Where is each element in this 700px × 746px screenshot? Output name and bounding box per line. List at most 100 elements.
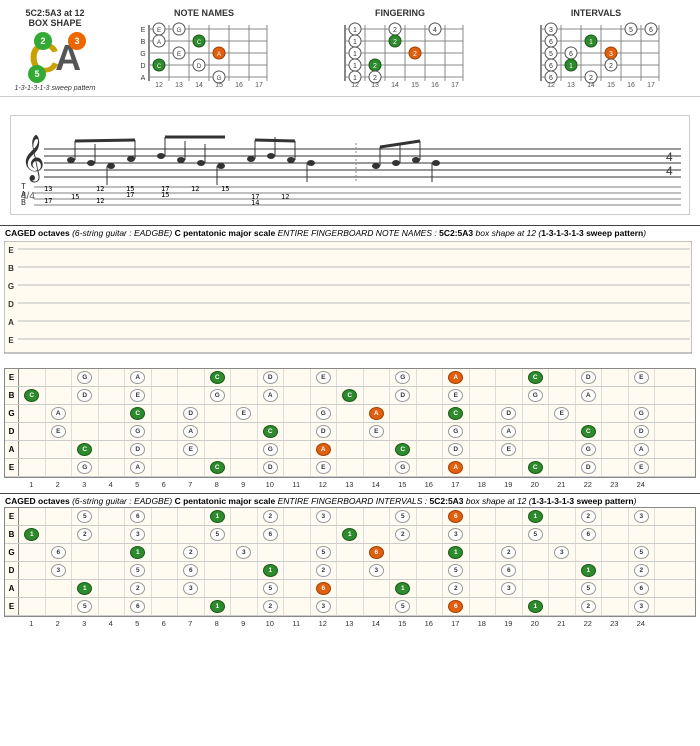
diagram-title-fingering: FINGERING [375,8,425,18]
svg-text:5: 5 [549,51,553,58]
svg-text:13: 13 [371,82,379,89]
svg-text:A: A [217,52,221,58]
svg-text:E: E [141,27,146,34]
logo-title: 5C2:5A3 at 12BOX SHAPE [10,8,100,28]
svg-text:5: 5 [629,27,633,34]
svg-text:15: 15 [215,82,223,89]
section2-label: CAGED octaves (6-string guitar : EADGBE)… [0,493,700,507]
svg-text:D: D [197,64,202,70]
svg-text:6: 6 [549,63,553,70]
svg-text:6: 6 [649,27,653,34]
svg-text:14: 14 [391,82,399,89]
main-content: 𝄞 4/4 [0,97,700,225]
svg-text:2: 2 [373,63,377,70]
svg-text:B: B [8,264,14,273]
svg-text:1: 1 [353,63,357,70]
svg-text:12: 12 [155,82,163,89]
svg-text:17: 17 [255,82,263,89]
svg-text:D: D [140,63,145,70]
svg-text:4: 4 [666,150,673,164]
fb-grid-notes: EGACDEGACDEBCDEGACDEGAGACDEGACDEGDEGACDE… [4,368,696,478]
svg-text:A: A [157,40,161,46]
svg-text:17: 17 [451,82,459,89]
svg-text:1: 1 [569,63,573,70]
staff-svg: 𝄞 4/4 [16,121,686,206]
mini-fretboard-notes: E B G D A E G C A E C [139,21,269,89]
svg-text:3: 3 [549,27,553,34]
badge-2: 2 [34,32,52,50]
logo-sweep: 1-3-1-3-1-3 sweep pattern [10,85,100,92]
fb-grid-intervals: E5612356123B1235612356G6123561235D356123… [4,507,696,617]
svg-text:14: 14 [251,199,259,206]
svg-text:12: 12 [96,185,104,193]
svg-text:15: 15 [71,193,79,201]
section1-scale: C pentatonic major scale [175,228,276,238]
svg-text:13: 13 [567,82,575,89]
svg-text:13: 13 [44,185,52,193]
svg-text:G: G [177,28,182,34]
fret-diagram-fingering: FINGERING 1 2 4 [306,8,494,89]
svg-text:1: 1 [589,39,593,46]
svg-text:B: B [21,198,26,206]
svg-text:15: 15 [607,82,615,89]
svg-text:4: 4 [666,164,673,178]
svg-text:E: E [8,246,14,255]
svg-text:14: 14 [587,82,595,89]
mini-fretboard-intervals: 3 5 6 6 1 5 6 3 6 1 2 [531,21,661,89]
svg-text:G: G [140,51,145,58]
svg-text:C: C [157,64,162,70]
svg-text:4: 4 [433,27,437,34]
badge-3: 3 [68,32,86,50]
svg-text:13: 13 [175,82,183,89]
svg-text:12: 12 [351,82,359,89]
staff-area: 𝄞 4/4 [10,115,690,215]
logo-graphic: 2 C A 3 5 [10,30,100,85]
svg-text:1: 1 [353,39,357,46]
svg-text:14: 14 [195,82,203,89]
svg-text:17: 17 [647,82,655,89]
section2-caged: CAGED octaves [5,496,70,506]
svg-text:A: A [141,75,146,82]
svg-text:D: D [8,300,14,309]
svg-text:15: 15 [161,191,169,199]
section1-sweep: 1-3-1-3-1-3 sweep pattern [541,228,643,238]
section1-caged: CAGED octaves [5,228,70,238]
fret-diagram-note-names: NOTE NAMES E B G D [110,8,298,89]
svg-text:16: 16 [431,82,439,89]
svg-text:1: 1 [353,27,357,34]
fret-diagrams: NOTE NAMES E B G D [110,8,690,89]
svg-text:2: 2 [413,51,417,58]
svg-text:B: B [141,39,146,46]
section2-sweep: 1-3-1-3-1-3 sweep pattern [532,496,634,506]
caged-logo: 5C2:5A3 at 12BOX SHAPE 2 C A 3 5 1-3-1-3… [10,8,100,92]
svg-text:2: 2 [373,75,377,82]
svg-text:15: 15 [411,82,419,89]
svg-text:12: 12 [96,197,104,205]
svg-text:12: 12 [191,185,199,193]
svg-text:C: C [197,40,202,46]
svg-text:2: 2 [589,75,593,82]
svg-text:17: 17 [44,197,52,205]
svg-text:2: 2 [609,63,613,70]
mini-fretboard-fingering: 1 2 4 1 2 2 1 2 1 2 1 [335,21,465,89]
svg-text:16: 16 [235,82,243,89]
fret-num-row-intervals: 123456789101112131415161718192021222324 [4,619,696,628]
fret-diagram-intervals: INTERVALS 3 5 6 [502,8,690,89]
svg-text:6: 6 [549,39,553,46]
fingerboard-notes-svg: E B G D A E // Will be drawn by JS [4,241,692,363]
svg-text:12: 12 [281,193,289,201]
svg-text:15: 15 [221,185,229,193]
svg-text:6: 6 [549,75,553,82]
badge-5: 5 [28,65,46,83]
fingerboard-notes: E B G D A E // Will be drawn by JS [4,241,696,366]
svg-text:𝄞: 𝄞 [21,135,45,183]
section1-label: CAGED octaves (6-string guitar : EADGBE)… [0,225,700,239]
svg-text:12: 12 [547,82,555,89]
svg-text:E: E [8,336,14,345]
diagram-title-intervals: INTERVALS [571,8,621,18]
svg-text:E: E [157,28,161,34]
section1-box: 5C2:5A3 [439,228,473,238]
svg-text:1: 1 [353,51,357,58]
top-section: 5C2:5A3 at 12BOX SHAPE 2 C A 3 5 1-3-1-3… [0,0,700,97]
fret-num-row-notes: 123456789101112131415161718192021222324 [4,480,696,489]
